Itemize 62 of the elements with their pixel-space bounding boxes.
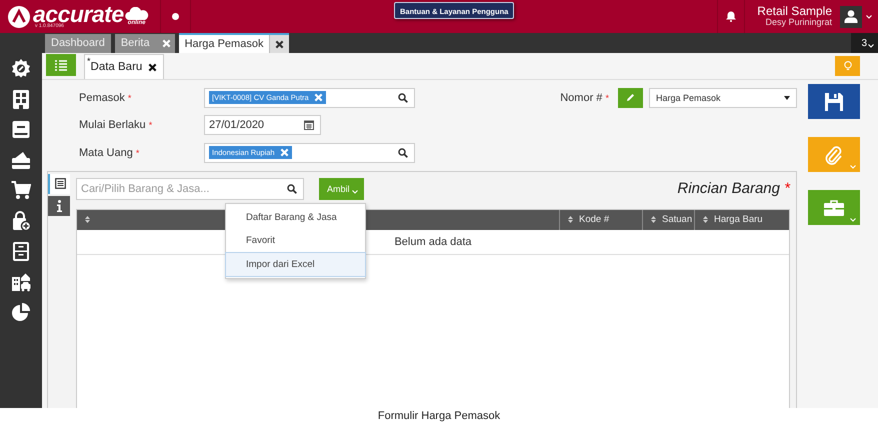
tab[interactable]: Harga Pemasok <box>178 33 290 53</box>
document-tab[interactable]: $^{*}$Data Baru <box>84 54 164 79</box>
field-label: Pemasok * <box>78 92 132 104</box>
tab-count-button[interactable]: 3 <box>851 33 878 53</box>
ledger-icon[interactable] <box>11 119 31 139</box>
column-header[interactable]: Satuan <box>642 210 694 230</box>
cloud-icon <box>124 6 149 20</box>
logo-text: accurate <box>33 4 124 22</box>
paperclip-icon <box>825 144 843 164</box>
caret-icon[interactable] <box>866 14 872 18</box>
status-dot <box>172 13 179 20</box>
edit-button[interactable] <box>618 88 643 108</box>
sort-icon[interactable] <box>568 216 573 223</box>
cabinet-icon[interactable] <box>11 241 31 261</box>
avatar-button[interactable] <box>840 6 862 28</box>
sort-icon[interactable] <box>85 216 90 223</box>
search-field[interactable]: Cari/Pilih Barang & Jasa... <box>76 178 304 200</box>
bell-icon[interactable] <box>726 11 736 22</box>
close-icon[interactable] <box>148 62 158 72</box>
cart-icon[interactable] <box>11 180 31 200</box>
shopping-bag-icon[interactable] <box>11 210 31 230</box>
menu-item[interactable]: Favorit <box>226 228 365 252</box>
lightbulb-icon <box>844 61 852 71</box>
list-icon <box>54 178 66 189</box>
person-icon <box>844 10 858 23</box>
caret-icon[interactable] <box>868 44 874 48</box>
logo-icon <box>8 6 30 28</box>
column-header[interactable]: Kode # <box>559 210 642 230</box>
sort-icon[interactable] <box>703 216 708 223</box>
caption: Formulir Harga Pemasok <box>378 410 500 422</box>
company-name[interactable]: Retail Sample <box>757 6 832 16</box>
column-header[interactable]: Harga Baru <box>694 210 789 230</box>
side-tab[interactable] <box>48 196 70 216</box>
field-label: Nomor # * <box>560 92 609 104</box>
dropdown-arrow-icon[interactable] <box>784 96 790 100</box>
menu-item[interactable]: Daftar Barang & Jasa <box>226 206 365 228</box>
section-title: Rincian Barang * <box>677 180 790 197</box>
tools-button[interactable] <box>808 190 860 225</box>
buildings-icon[interactable] <box>11 272 31 292</box>
field-label: Mulai Berlaku * <box>78 119 154 132</box>
info-icon <box>56 200 62 212</box>
close-icon[interactable] <box>275 40 284 48</box>
date-field[interactable]: 27/01/2020 <box>204 115 321 136</box>
pencil-icon <box>626 93 635 102</box>
list-icon <box>55 60 67 70</box>
sort-icon[interactable] <box>651 216 656 223</box>
side-tab[interactable] <box>48 174 70 194</box>
user-name[interactable]: Desy Puriningrat <box>765 16 832 28</box>
save-button[interactable] <box>808 84 860 119</box>
field-label: Mata Uang * <box>78 146 140 159</box>
number-select[interactable]: Harga Pemasok <box>649 88 797 108</box>
search-icon[interactable] <box>398 92 408 103</box>
calendar-icon[interactable] <box>304 120 314 130</box>
building-icon[interactable] <box>11 88 31 108</box>
search-icon[interactable] <box>287 184 297 194</box>
list-view-button[interactable] <box>46 54 76 76</box>
briefcase-icon <box>824 200 844 216</box>
menu-item[interactable]: Impor dari Excel <box>225 252 366 276</box>
wallet-icon[interactable] <box>11 150 31 170</box>
search-icon[interactable] <box>398 148 408 158</box>
settings-icon[interactable] <box>11 58 31 78</box>
pie-chart-icon[interactable] <box>11 302 31 322</box>
